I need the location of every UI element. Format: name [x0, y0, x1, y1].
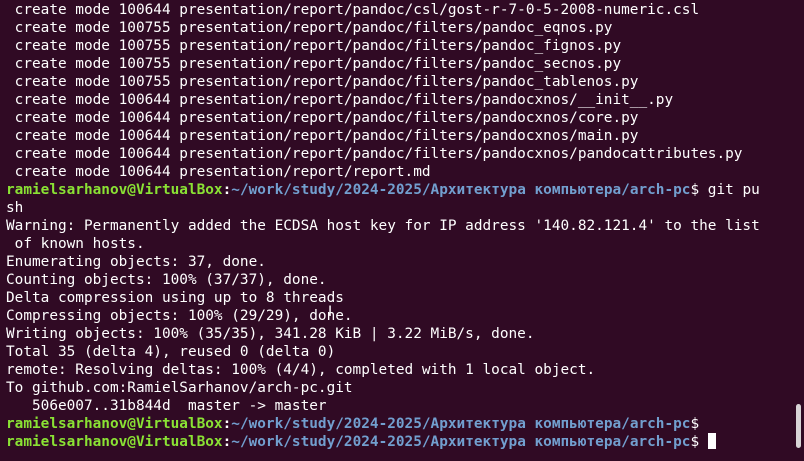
output-line: create mode 100755 presentation/report/p…: [6, 20, 613, 36]
output-line: Total 35 (delta 4), reused 0 (delta 0): [6, 344, 336, 360]
terminal-window[interactable]: create mode 100644 presentation/report/p…: [0, 0, 804, 461]
prompt-symbol: $: [690, 182, 700, 198]
prompt-symbol: $: [690, 434, 700, 450]
prompt-path: ~/work/study/2024-2025/Архитектура компь…: [231, 434, 691, 450]
prompt-colon: :: [222, 434, 232, 450]
output-line: 506e007..31b844d master -> master: [6, 398, 327, 414]
output-line: create mode 100644 presentation/report/p…: [6, 92, 674, 108]
output-line: remote: Resolving deltas: 100% (4/4), co…: [6, 362, 596, 378]
ibeam-pointer-icon: I: [328, 304, 333, 320]
prompt-path: ~/work/study/2024-2025/Архитектура компь…: [231, 182, 691, 198]
output-line: Enumerating objects: 37, done.: [6, 254, 266, 270]
prompt-colon: :: [222, 416, 232, 432]
prompt-line: ramielsarhanov@VirtualBox:~/work/study/2…: [6, 415, 804, 433]
prompt-line: ramielsarhanov@VirtualBox:~/work/study/2…: [6, 181, 804, 199]
prompt-path: ~/work/study/2024-2025/Архитектура компь…: [231, 416, 691, 432]
output-line: create mode 100755 presentation/report/p…: [6, 38, 622, 54]
prompt-user-host: ramielsarhanov@VirtualBox: [6, 416, 223, 432]
output-line: create mode 100755 presentation/report/p…: [6, 74, 639, 90]
text-cursor: [707, 433, 716, 449]
output-line: create mode 100644 presentation/report/p…: [6, 110, 639, 126]
output-line: Compressing objects: 100% (29/29), done.: [6, 308, 353, 324]
output-line: create mode 100644 presentation/report/p…: [6, 128, 639, 144]
scrollbar[interactable]: [794, 0, 804, 461]
output-line: create mode 100755 presentation/report/p…: [6, 56, 622, 72]
output-line: Warning: Permanently added the ECDSA hos…: [6, 218, 760, 234]
active-prompt-line[interactable]: ramielsarhanov@VirtualBox:~/work/study/2…: [6, 433, 804, 451]
prompt-user-host: ramielsarhanov@VirtualBox: [6, 182, 223, 198]
output-line: To github.com:RamielSarhanov/arch-pc.git: [6, 380, 353, 396]
output-line: create mode 100644 presentation/report/p…: [6, 2, 700, 18]
output-line: Writing objects: 100% (35/35), 341.28 Ki…: [6, 326, 535, 342]
prompt-colon: :: [222, 182, 232, 198]
output-line: create mode 100644 presentation/report/p…: [6, 146, 743, 162]
output-line: Delta compression using up to 8 threads: [6, 290, 344, 306]
prompt-symbol: $: [690, 416, 700, 432]
command-text: git pu: [699, 182, 760, 198]
scrollbar-thumb[interactable]: [796, 404, 801, 448]
command-wrap-line: sh: [6, 200, 24, 216]
prompt-user-host: ramielsarhanov@VirtualBox: [6, 434, 223, 450]
output-line: of known hosts.: [6, 236, 145, 252]
output-line: Counting objects: 100% (37/37), done.: [6, 272, 327, 288]
output-line: create mode 100644 presentation/report/r…: [6, 164, 431, 180]
